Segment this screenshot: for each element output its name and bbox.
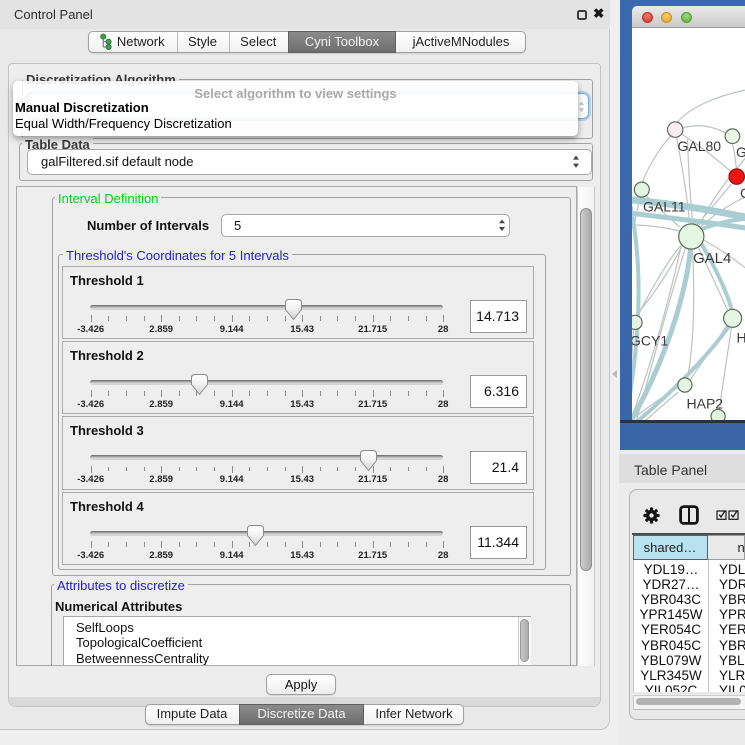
- svg-text:GCY1: GCY1: [632, 333, 668, 349]
- svg-text:HAP2: HAP2: [686, 396, 723, 412]
- svg-text:GAL4: GAL4: [693, 250, 731, 267]
- svg-text:H: H: [736, 330, 745, 346]
- svg-text:GA: GA: [736, 144, 745, 160]
- svg-text:GAL80: GAL80: [677, 138, 721, 154]
- svg-text:C: C: [740, 185, 745, 201]
- svg-text:GAL11: GAL11: [643, 199, 686, 215]
